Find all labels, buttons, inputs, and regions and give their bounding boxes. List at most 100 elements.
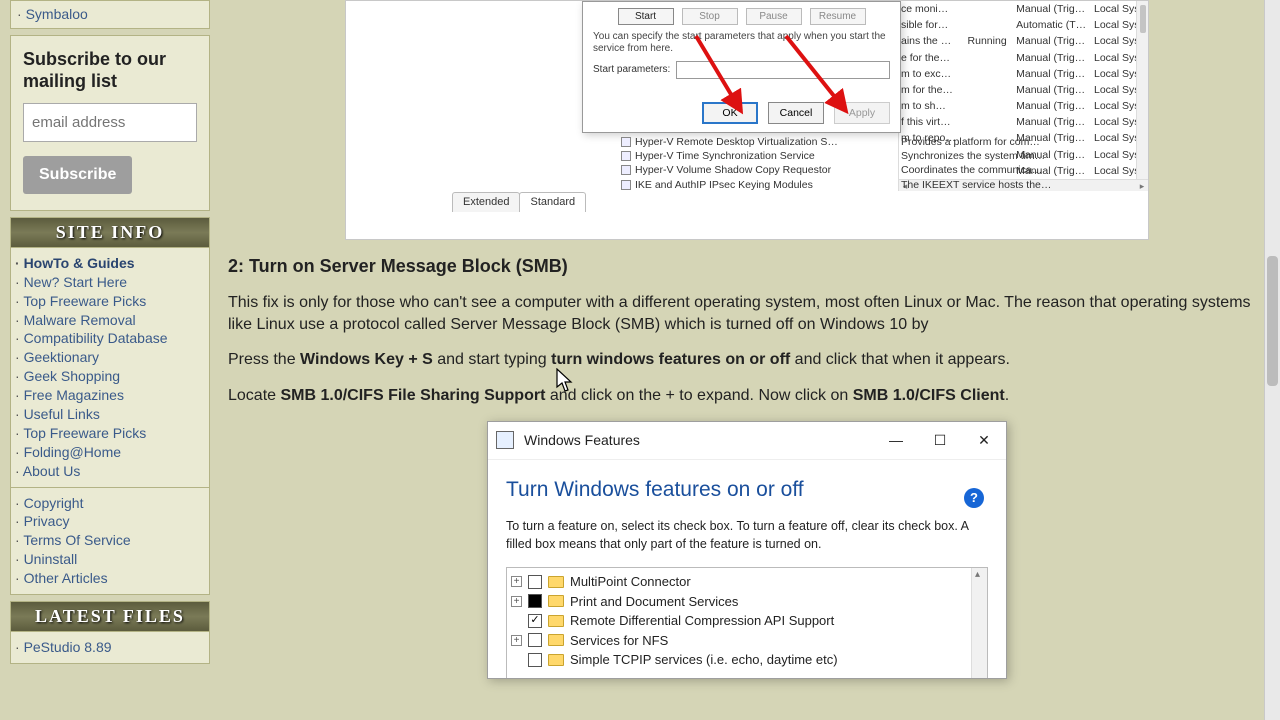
services-screenshot: ce moni…Manual (Trig…Local Syst…sible fo…	[345, 0, 1149, 240]
sidebar-link[interactable]: Other Articles	[24, 570, 108, 586]
service-item[interactable]: Hyper-V Time Synchronization Service	[621, 149, 899, 163]
sidebar-link[interactable]: Privacy	[24, 513, 70, 529]
sidebar-link[interactable]: Geek Shopping	[24, 368, 121, 384]
sidebar-item: · Copyright	[15, 494, 205, 513]
checkbox[interactable]	[528, 594, 542, 608]
latest-files-header: LATEST FILES	[11, 602, 209, 632]
sidebar-item: · Geektionary	[15, 348, 205, 367]
service-item[interactable]: Hyper-V Volume Shadow Copy Requestor	[621, 163, 899, 177]
service-row[interactable]: ce moni…Manual (Trig…Local Syst…	[899, 1, 1148, 17]
sidebar-link[interactable]: About Us	[23, 463, 81, 479]
sidebar-item: · Terms Of Service	[15, 531, 205, 550]
resume-button[interactable]: Resume	[810, 8, 866, 25]
tab-extended[interactable]: Extended	[452, 192, 520, 212]
service-properties-dialog: Start Stop Pause Resume You can specify …	[582, 1, 901, 133]
service-item-desc: Provides a platform for com…	[901, 135, 1041, 149]
sidebar-link[interactable]: Terms Of Service	[23, 532, 130, 548]
windows-features-screenshot: Windows Features — ☐ ✕ Turn Windows feat…	[487, 421, 1007, 679]
service-item[interactable]: IKE and AuthIP IPsec Keying Modules	[621, 178, 899, 192]
folder-icon	[548, 654, 564, 666]
folder-icon	[548, 615, 564, 627]
service-row[interactable]: m for the…Manual (Trig…Local Syst…	[899, 82, 1148, 98]
expand-icon[interactable]: +	[511, 635, 522, 646]
sidebar-link[interactable]: Free Magazines	[24, 387, 124, 403]
services-vscroll[interactable]	[1136, 1, 1148, 191]
folder-icon	[548, 634, 564, 646]
latest-files-list: · PeStudio 8.89	[11, 632, 209, 663]
sidebar-item: · New? Start Here	[15, 273, 205, 292]
window-icon	[496, 431, 514, 449]
service-row[interactable]: e for the…Manual (Trig…Local Syst…	[899, 50, 1148, 66]
checkbox[interactable]	[528, 653, 542, 667]
sidebar-link[interactable]: Top Freeware Picks	[23, 425, 146, 441]
start-params-input[interactable]	[676, 61, 890, 79]
sidebar-link[interactable]: Useful Links	[24, 406, 100, 422]
checkbox[interactable]	[528, 614, 542, 628]
sidebar-item: · Uninstall	[15, 550, 205, 569]
features-scrollbar[interactable]	[971, 568, 987, 679]
sidebar-link[interactable]: Compatibility Database	[24, 330, 168, 346]
start-button[interactable]: Start	[618, 8, 674, 25]
sidebar-link[interactable]: Malware Removal	[24, 312, 136, 328]
checkbox[interactable]	[528, 575, 542, 589]
subscribe-button[interactable]: Subscribe	[23, 156, 132, 194]
sidebar-link[interactable]: Copyright	[24, 495, 84, 511]
checkbox[interactable]	[528, 633, 542, 647]
maximize-button[interactable]: ☐	[926, 431, 954, 450]
stop-button[interactable]: Stop	[682, 8, 738, 25]
feature-label: Simple TCPIP services (i.e. echo, daytim…	[570, 651, 838, 669]
close-button[interactable]: ✕	[970, 431, 998, 450]
gear-icon	[621, 151, 631, 161]
feature-label: Remote Differential Compression API Supp…	[570, 612, 834, 630]
help-icon[interactable]: ?	[964, 488, 984, 508]
subscribe-box: Subscribe to our mailing list Subscribe	[10, 35, 210, 211]
expand-icon[interactable]: +	[511, 596, 522, 607]
cancel-button[interactable]: Cancel	[768, 102, 824, 124]
siteinfo-box: SITE INFO · HowTo & Guides· New? Start H…	[10, 217, 210, 595]
service-row[interactable]: f this virt…Manual (Trig…Local Syst…	[899, 114, 1148, 130]
service-row[interactable]: m to exc…Manual (Trig…Local Syst…	[899, 66, 1148, 82]
feature-item[interactable]: + Services for NFS	[509, 631, 985, 651]
apply-button[interactable]: Apply	[834, 102, 890, 124]
service-row[interactable]: m to sh…Manual (Trig…Local Syst…	[899, 98, 1148, 114]
siteinfo-list: · HowTo & Guides· New? Start Here· Top F…	[11, 248, 209, 487]
sidebar-link[interactable]: Geektionary	[24, 349, 99, 365]
sidebar-item: · Folding@Home	[15, 443, 205, 462]
ok-button[interactable]: OK	[702, 102, 758, 124]
email-field[interactable]	[23, 103, 197, 142]
sidebar-link[interactable]: PeStudio 8.89	[24, 639, 112, 655]
folder-icon	[548, 595, 564, 607]
sidebar-link[interactable]: Uninstall	[24, 551, 78, 567]
service-row[interactable]: sible for…Automatic (T…Local Syst…	[899, 17, 1148, 33]
start-params-label: Start parameters:	[593, 63, 670, 77]
section-2-p2: Press the Windows Key + S and start typi…	[228, 349, 1266, 371]
sidebar-link[interactable]: New? Start Here	[24, 274, 127, 290]
latest-files-box: LATEST FILES · PeStudio 8.89	[10, 601, 210, 664]
page-scrollbar[interactable]	[1264, 0, 1280, 720]
expand-icon[interactable]: +	[511, 576, 522, 587]
pause-button[interactable]: Pause	[746, 8, 802, 25]
feature-item[interactable]: +MultiPoint Connector	[509, 572, 985, 592]
sidebar-link[interactable]: Folding@Home	[24, 444, 121, 460]
sidebar-item: · Free Magazines	[15, 386, 205, 405]
siteinfo-header: SITE INFO	[11, 218, 209, 248]
sidebar-item: · Top Freeware Picks	[15, 424, 205, 443]
feature-item[interactable]: +Print and Document Services	[509, 592, 985, 612]
sidebar-link[interactable]: HowTo & Guides	[24, 255, 135, 271]
service-item-desc: Synchronizes the system tim…	[901, 149, 1041, 163]
features-description: To turn a feature on, select its check b…	[506, 518, 988, 553]
feature-label: Services for NFS	[570, 632, 668, 650]
feature-item[interactable]: Simple TCPIP services (i.e. echo, daytim…	[509, 650, 985, 670]
features-heading: Turn Windows features on or off	[506, 476, 988, 504]
dialog-description: You can specify the start parameters tha…	[593, 31, 890, 55]
feature-item[interactable]: Remote Differential Compression API Supp…	[509, 611, 985, 631]
sidebar-item: · Top Freeware Picks	[15, 292, 205, 311]
service-item[interactable]: Hyper-V Remote Desktop Virtualization S…	[621, 135, 899, 149]
sidebar-link[interactable]: Top Freeware Picks	[23, 293, 146, 309]
service-row[interactable]: ains the …RunningManual (Trig…Local Syst…	[899, 33, 1148, 49]
link-symbaloo[interactable]: Symbaloo	[26, 6, 88, 22]
tab-standard[interactable]: Standard	[519, 192, 586, 212]
minimize-button[interactable]: —	[882, 431, 910, 450]
window-title: Windows Features	[524, 431, 882, 450]
scrollbar-thumb[interactable]	[1267, 256, 1278, 386]
